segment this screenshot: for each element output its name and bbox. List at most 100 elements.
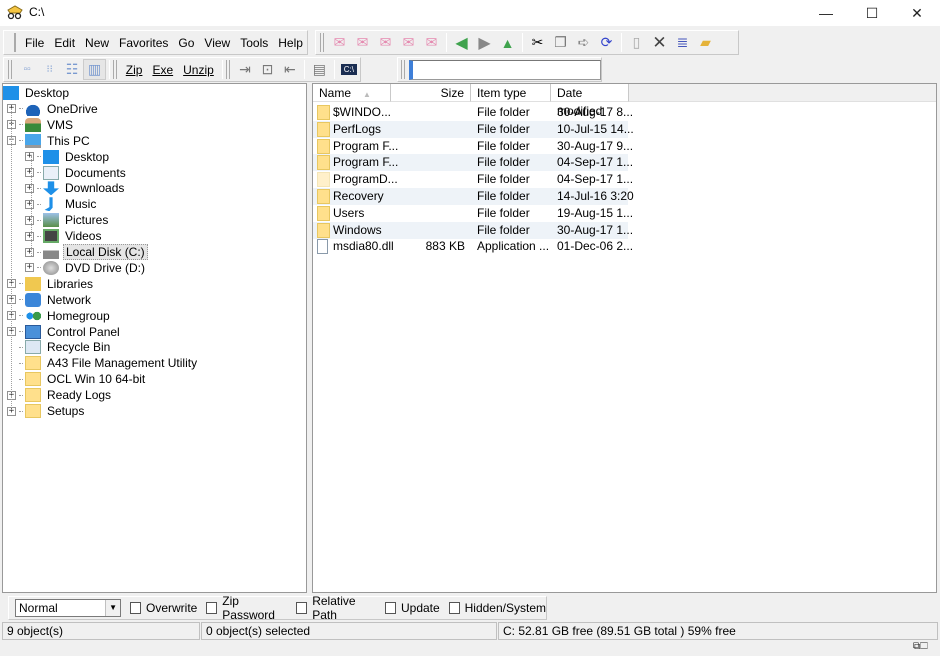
notepad-button[interactable]: ▤ xyxy=(308,59,330,80)
hidden-system-checkbox[interactable] xyxy=(448,602,460,614)
paste-button[interactable]: ▯ xyxy=(625,32,648,53)
column-header-name[interactable]: Name ▲ xyxy=(313,84,391,102)
address-input[interactable] xyxy=(409,59,601,80)
tree-node[interactable]: Recycle Bin xyxy=(7,339,112,355)
tree-node[interactable]: + Setups xyxy=(7,403,86,419)
zip-button[interactable]: Zip xyxy=(121,60,148,80)
close-button[interactable]: ✕ xyxy=(894,0,940,26)
menu-edit[interactable]: Edit xyxy=(49,33,80,53)
tree-node[interactable]: + Documents xyxy=(25,165,128,181)
copy-button[interactable]: ❐ xyxy=(549,32,572,53)
table-row[interactable]: PerfLogs File folder 10-Jul-15 14... xyxy=(313,120,634,138)
tree-node[interactable]: + DVD Drive (D:) xyxy=(25,260,147,276)
table-row[interactable]: Users File folder 19-Aug-15 1... xyxy=(313,205,633,222)
up-button[interactable]: ▲ xyxy=(496,32,519,53)
expand-icon[interactable]: + xyxy=(25,263,34,273)
tree-node[interactable]: + Control Panel xyxy=(7,324,122,340)
tree-node[interactable]: + Downloads xyxy=(25,180,126,196)
expand-icon[interactable]: + xyxy=(25,247,34,257)
tree-node[interactable]: + Pictures xyxy=(25,212,110,228)
refresh-button[interactable]: ⟳ xyxy=(595,32,618,53)
tree-node[interactable]: − This PC xyxy=(7,133,92,149)
menu-help[interactable]: Help xyxy=(273,33,308,53)
tree-node[interactable]: + VMS xyxy=(7,117,75,133)
expand-icon[interactable]: + xyxy=(25,199,34,209)
expand-icon[interactable]: + xyxy=(25,231,34,241)
expand-icon[interactable]: + xyxy=(25,215,34,225)
details-view-button[interactable]: ▥ xyxy=(83,59,106,80)
tree-node[interactable]: + Local Disk (C:) xyxy=(25,244,148,260)
export-button[interactable]: ⇤ xyxy=(279,59,301,80)
list-view-button[interactable]: ☷ xyxy=(61,59,83,80)
properties-button[interactable]: ≣ xyxy=(671,32,694,53)
tree-node[interactable]: + Network xyxy=(7,292,93,308)
tree-node[interactable]: + Desktop xyxy=(25,149,111,165)
zip-password-label: Zip Password xyxy=(222,594,275,622)
column-header-date[interactable]: Date modified xyxy=(551,84,629,118)
relative-path-checkbox[interactable] xyxy=(296,602,308,614)
mode-select[interactable]: Normal ▼ xyxy=(15,599,122,617)
favorite-4-button[interactable]: ✉ xyxy=(397,32,420,53)
table-row[interactable]: Windows File folder 30-Aug-17 1... xyxy=(313,221,633,239)
menu-favorites[interactable]: Favorites xyxy=(114,33,173,53)
menu-go[interactable]: Go xyxy=(173,33,199,53)
update-checkbox[interactable] xyxy=(385,602,396,614)
table-row[interactable]: msdia80.dll 883 KB Application ... 01-Dec-0… xyxy=(313,238,633,255)
toolbar-grip[interactable] xyxy=(8,60,12,79)
toolbar-grip[interactable] xyxy=(112,60,117,79)
install-button[interactable]: ⊡ xyxy=(256,59,278,80)
favorite-5-button[interactable]: ✉ xyxy=(420,32,443,53)
tree-node[interactable]: Desktop xyxy=(3,85,71,101)
cell-name: ProgramD... xyxy=(333,172,398,187)
delete-button[interactable]: ✕ xyxy=(648,32,671,53)
table-row[interactable]: Program F... File folder 30-Aug-17 9... xyxy=(313,138,633,155)
maximize-button[interactable]: ☐ xyxy=(849,0,895,26)
menu-file[interactable]: File xyxy=(20,33,49,53)
move-to-button[interactable]: ➪ xyxy=(572,32,595,53)
column-header-type[interactable]: Item type xyxy=(471,84,551,102)
tree-node[interactable]: + OneDrive xyxy=(7,101,100,117)
toolbar-grip[interactable] xyxy=(225,60,230,79)
column-header-size[interactable]: Size xyxy=(391,84,471,102)
expand-icon[interactable]: + xyxy=(25,168,34,177)
export-icon: ⇤ xyxy=(284,61,296,77)
chevron-down-icon[interactable]: ▼ xyxy=(105,600,121,616)
back-button[interactable]: ◀ xyxy=(450,32,473,53)
small-icons-button[interactable]: ⁝⁝ xyxy=(38,59,60,80)
toolbar-grip[interactable] xyxy=(401,60,405,79)
favorite-1-button[interactable]: ✉ xyxy=(328,32,351,53)
minimize-button[interactable]: — xyxy=(803,0,849,26)
tree-node[interactable]: OCL Win 10 64-bit xyxy=(7,371,147,387)
exe-button[interactable]: Exe xyxy=(147,60,178,80)
table-row[interactable]: Program F... File folder 04-Sep-17 1... xyxy=(313,154,633,172)
table-row[interactable]: $WINDO... File folder 30-Aug-17 8... xyxy=(313,104,633,121)
expand-icon[interactable]: + xyxy=(25,152,34,162)
toolbar-grip[interactable] xyxy=(14,33,16,52)
unzip-button[interactable]: Unzip xyxy=(178,60,219,80)
command-prompt-button[interactable]: C:\ xyxy=(338,59,360,80)
cut-button[interactable]: ✂ xyxy=(526,32,549,53)
tree-node[interactable]: + Music xyxy=(25,196,98,212)
favorite-2-button[interactable]: ✉ xyxy=(351,32,374,53)
expand-icon[interactable]: + xyxy=(25,183,34,193)
zip-password-checkbox[interactable] xyxy=(206,602,218,614)
new-folder-button[interactable]: ▰ xyxy=(694,32,717,53)
menu-tools[interactable]: Tools xyxy=(235,33,273,53)
large-icons-button[interactable]: ▫▫ xyxy=(16,59,38,80)
table-row[interactable]: Recovery File folder 14-Jul-16 3:20 xyxy=(313,188,634,205)
forward-button[interactable]: ▶ xyxy=(473,32,496,53)
menu-view[interactable]: View xyxy=(199,33,235,53)
import-button[interactable]: ⇥ xyxy=(234,59,256,80)
menu-new[interactable]: New xyxy=(80,33,114,53)
favorite-3-button[interactable]: ✉ xyxy=(374,32,397,53)
tree-node[interactable]: A43 File Management Utility xyxy=(7,355,199,371)
table-row[interactable]: ProgramD... File folder 04-Sep-17 1... xyxy=(313,171,633,188)
tree-node[interactable]: + Ready Logs xyxy=(7,387,113,403)
tree-node[interactable]: + Homegroup xyxy=(7,308,112,324)
tree-connector xyxy=(19,410,23,412)
tree-node[interactable]: + Videos xyxy=(25,228,103,244)
tree-node[interactable]: + Libraries xyxy=(7,276,95,292)
toolbar-grip[interactable] xyxy=(320,33,324,52)
overwrite-checkbox[interactable] xyxy=(130,602,141,614)
restore-layout-icon[interactable]: ⧉☐ xyxy=(913,641,928,652)
